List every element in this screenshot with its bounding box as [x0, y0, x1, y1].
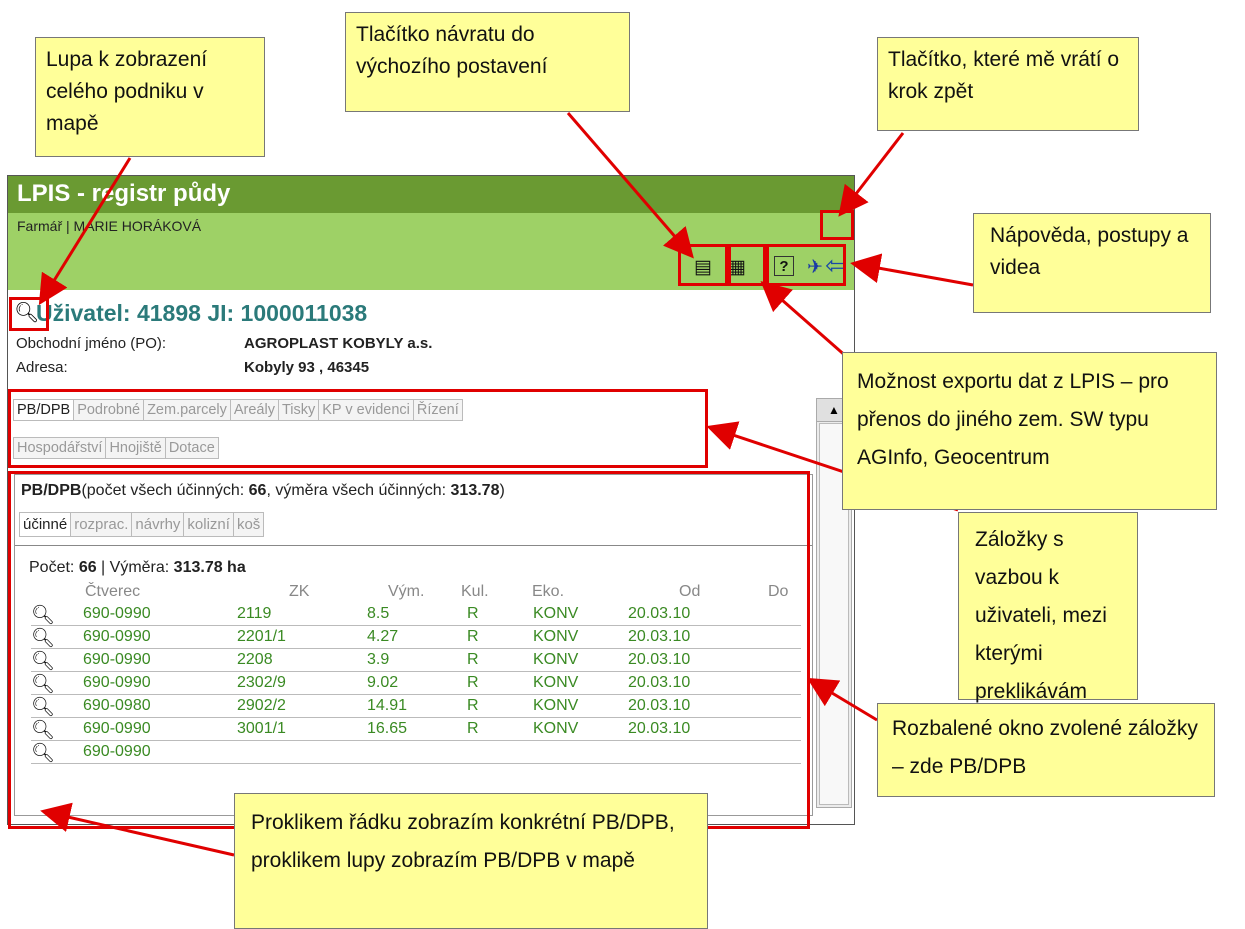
note-back: Tlačítko, které mě vrátí o krok zpět: [877, 37, 1139, 131]
note-lupa: Lupa k zobrazení celého podniku v mapě: [35, 37, 265, 157]
note-export: Možnost exportu dat z LPIS – pro přenos …: [842, 352, 1217, 510]
note-tabs: Záložky s vazbou k uživateli, mezi který…: [958, 512, 1138, 703]
note-row: Proklikem řádku zobrazím konkrétní PB/DP…: [234, 793, 708, 929]
title-bar: LPIS - registr půdy: [8, 176, 854, 213]
highlight-help: [766, 244, 846, 286]
note-panel: Rozbalené okno zvolené záložky – zde PB/…: [877, 703, 1215, 797]
farmer-label: Farmář | MARIE HORÁKOVÁ: [17, 218, 202, 234]
company-label: Obchodní jméno (PO):: [16, 335, 167, 352]
highlight-lupa: [9, 297, 49, 331]
note-help: Nápověda, postupy a videa: [973, 213, 1211, 313]
address-value: Kobyly 93 , 46345: [244, 359, 370, 376]
note-home: Tlačítko návratu do výchozího postavení: [345, 12, 630, 112]
highlight-export: [728, 244, 766, 286]
highlight-panel: [8, 471, 810, 829]
highlight-back: [820, 210, 854, 240]
user-heading: Uživatel: 41898 JI: 1000011038: [36, 300, 368, 326]
company-value: AGROPLAST KOBYLY a.s.: [244, 335, 433, 352]
highlight-tabs: [8, 389, 708, 468]
address-label: Adresa:: [16, 359, 68, 376]
window-title: LPIS - registr půdy: [17, 180, 231, 207]
arrow-help: [850, 253, 974, 287]
highlight-home: [678, 244, 728, 286]
